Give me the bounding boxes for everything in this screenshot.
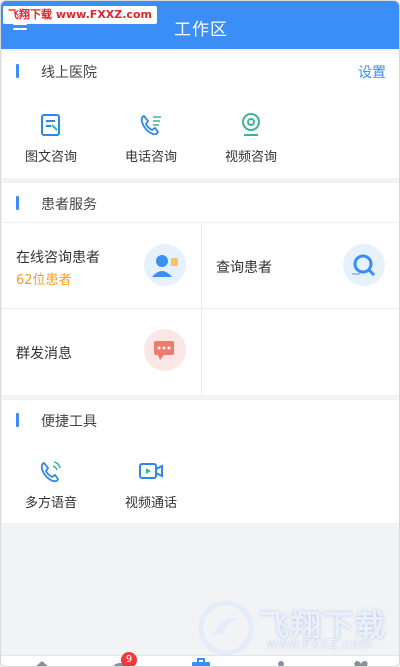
bottom-nav bbox=[1, 655, 399, 666]
video-call-icon bbox=[139, 463, 163, 479]
message-icon bbox=[144, 329, 186, 371]
nav-home[interactable] bbox=[31, 656, 53, 666]
watermark-url: www.FXXZ.com bbox=[55, 8, 152, 21]
tool-video-consult[interactable]: 视频咨询 bbox=[211, 112, 291, 165]
tool-label: 电话咨询 bbox=[124, 150, 177, 165]
broadcast-message-cell[interactable]: 群发消息 bbox=[2, 309, 201, 395]
watermark-url: www.FXXZ.com bbox=[267, 637, 373, 651]
tool-label: 图文咨询 bbox=[24, 150, 77, 165]
section-header: 患者服务 bbox=[2, 183, 399, 223]
webcam-icon bbox=[242, 113, 260, 136]
nav-profile[interactable] bbox=[270, 656, 292, 666]
person-icon bbox=[278, 661, 284, 666]
grid-divider bbox=[2, 308, 399, 309]
section-marker bbox=[16, 196, 19, 210]
section-header: 便捷工具 bbox=[2, 400, 399, 440]
watermark-logo: 飞翔下载 www.FXXZ.com bbox=[197, 599, 387, 659]
section-header: 线上医院 设置 bbox=[2, 51, 399, 91]
empty-cell bbox=[202, 309, 399, 395]
section-title: 患者服务 bbox=[41, 197, 97, 213]
settings-link[interactable]: 设置 bbox=[358, 62, 386, 82]
phone-icon bbox=[140, 114, 161, 136]
tool-video-call[interactable]: 视频通话 bbox=[111, 458, 191, 511]
section-marker bbox=[16, 64, 19, 78]
tool-label: 视频咨询 bbox=[224, 150, 277, 165]
doctor-avatar-icon bbox=[144, 244, 186, 286]
search-icon bbox=[343, 244, 385, 286]
watermark-banner: 飞翔下载 www.FXXZ.com bbox=[3, 6, 157, 24]
online-patients-cell[interactable]: 在线咨询患者 62位患者 bbox=[2, 224, 201, 308]
shortcuts-section: 便捷工具 多方语音 视频通话 bbox=[2, 400, 399, 523]
grid-divider bbox=[201, 224, 202, 395]
online-hospital-section: 线上医院 设置 图文咨询 电话咨询 视频咨询 bbox=[2, 51, 399, 178]
nav-favorites[interactable] bbox=[350, 656, 372, 666]
cell-title: 查询患者 bbox=[216, 260, 272, 276]
tool-phone-consult[interactable]: 电话咨询 bbox=[111, 112, 191, 165]
briefcase-icon bbox=[192, 658, 210, 666]
unread-badge: 9 bbox=[121, 652, 137, 666]
voice-call-icon bbox=[40, 461, 61, 483]
home-icon bbox=[36, 661, 48, 666]
section-marker bbox=[16, 413, 19, 427]
section-title: 线上医院 bbox=[41, 65, 97, 81]
section-title: 便捷工具 bbox=[41, 414, 97, 430]
cell-title: 群发消息 bbox=[16, 346, 72, 362]
tool-text-consult[interactable]: 图文咨询 bbox=[11, 112, 91, 165]
tool-multi-voice[interactable]: 多方语音 bbox=[11, 458, 91, 511]
nav-workspace[interactable] bbox=[190, 656, 212, 666]
watermark-logo-icon bbox=[198, 600, 254, 656]
patient-count: 62位患者 bbox=[16, 273, 72, 288]
heart-icon bbox=[354, 661, 368, 666]
cell-title: 在线咨询患者 bbox=[16, 250, 100, 266]
patient-service-section: 患者服务 在线咨询患者 62位患者 查询患者 群发消息 bbox=[2, 183, 399, 395]
document-chat-icon bbox=[41, 114, 60, 136]
app-screen: 工作区 飞翔下载 www.FXXZ.com 线上医院 设置 图文咨询 电话咨询 … bbox=[0, 0, 400, 667]
watermark-brand: 飞翔下载 bbox=[8, 8, 52, 21]
search-patient-cell[interactable]: 查询患者 bbox=[202, 224, 399, 308]
tool-label: 视频通话 bbox=[124, 496, 177, 511]
tool-label: 多方语音 bbox=[24, 496, 77, 511]
